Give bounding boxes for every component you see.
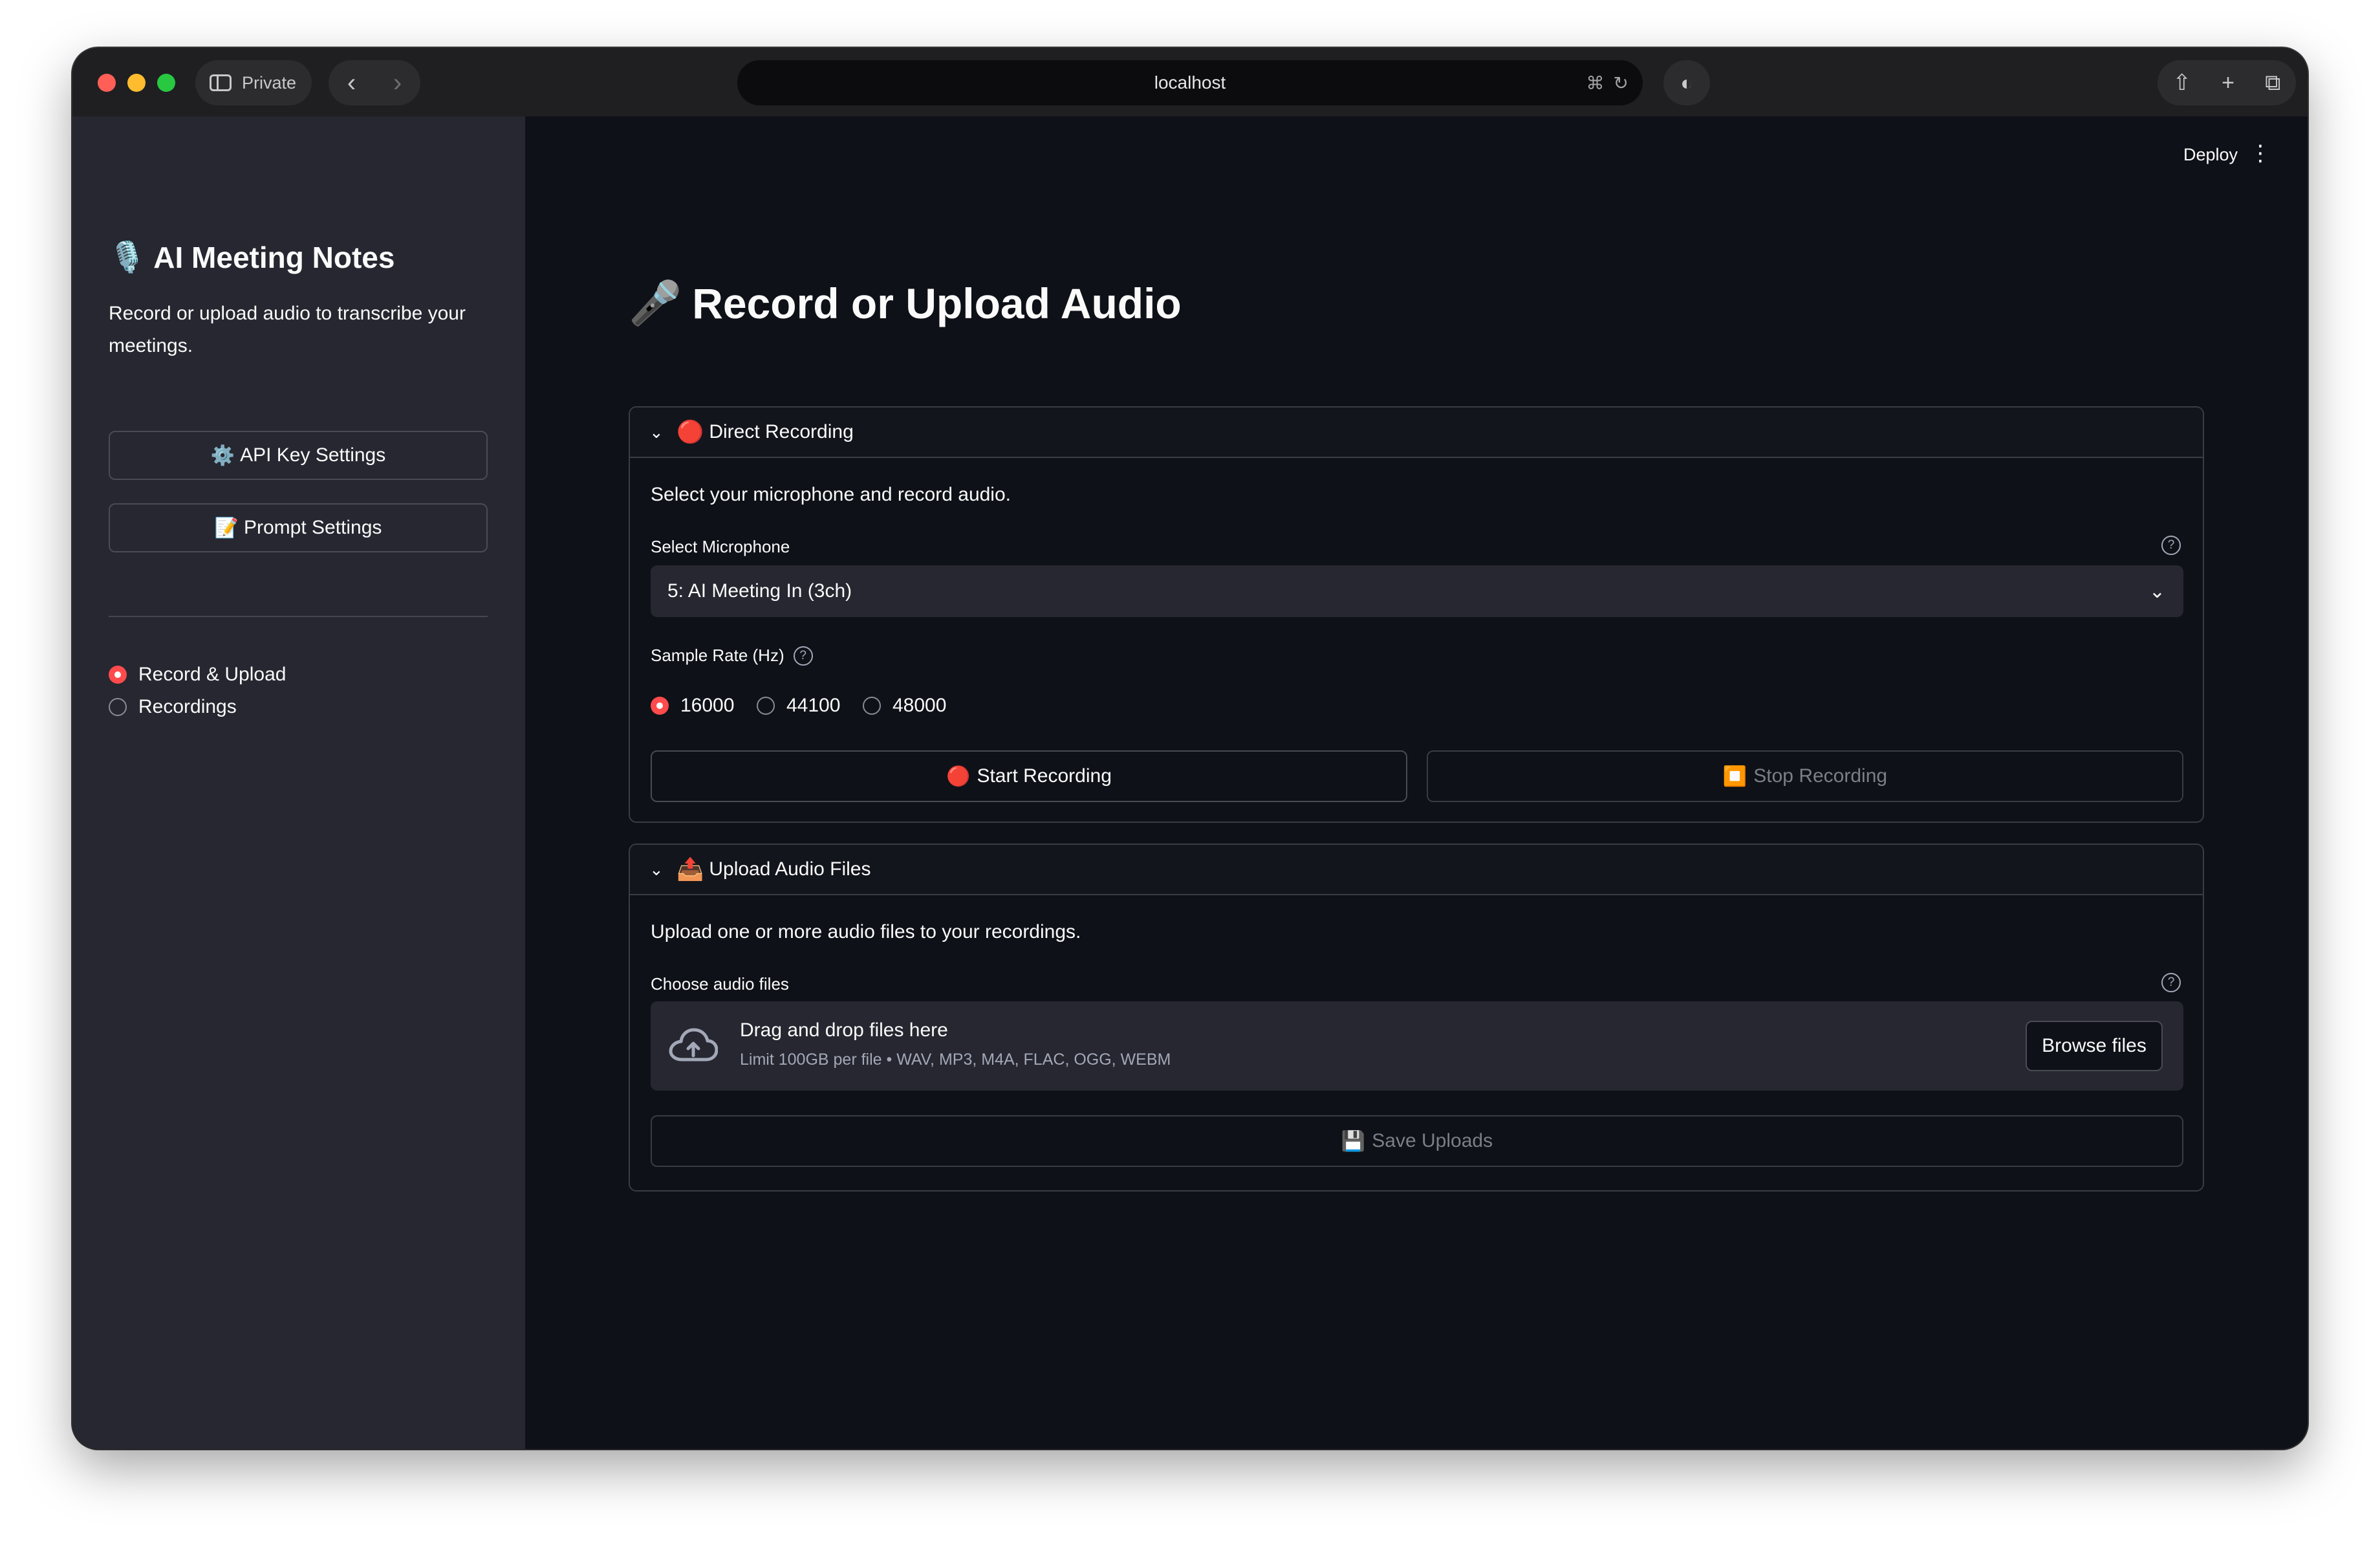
chevron-down-icon: ⌄ [2148,580,2165,602]
direct-recording-header[interactable]: ⌄ 🔴 Direct Recording [630,408,2203,458]
microphone-select-value: 5: AI Meeting In (3ch) [667,580,852,602]
share-icon[interactable]: ⇧ [2173,70,2192,96]
sidebar-icon [210,74,232,91]
address-bar[interactable]: localhost ⌘ ↻ [737,60,1643,105]
sample-rate-44100[interactable]: 44100 [757,695,840,717]
prompt-settings-label: Prompt Settings [243,517,382,538]
nav-option-label: Recordings [138,696,237,717]
page-title: 🎤 Record or Upload Audio [629,278,1182,329]
tab-overview-icon[interactable]: ⧉ [2265,71,2280,96]
kebab-menu-icon[interactable]: ⋮ [2249,142,2271,164]
recording-intro: Select your microphone and record audio. [651,484,1011,505]
sidebar-divider [109,616,488,617]
radio-unselected-icon [863,697,881,715]
upload-intro: Upload one or more audio files to your r… [651,921,1081,942]
sample-rate-48000[interactable]: 48000 [863,695,946,717]
shield-icon: ◐ [1680,71,1693,94]
outbox-tray-icon: 📤 [676,857,704,882]
zoom-window-button[interactable] [157,74,175,92]
start-recording-label: Start Recording [977,765,1112,787]
browser-toolbar: Private ‹ › localhost ⌘ ↻ ◐ ⇧ + ⧉ [72,48,2308,116]
reload-icon[interactable]: ↻ [1614,72,1628,94]
browse-files-button[interactable]: Browse files [2026,1021,2163,1071]
sidebar-toggle-button[interactable]: Private [195,60,312,105]
nav-option-label: Record & Upload [138,664,287,685]
navigation-buttons: ‹ › [329,60,420,105]
red-circle-icon: 🔴 [946,765,971,787]
help-icon[interactable]: ? [793,646,813,666]
upload-audio-expander: ⌄ 📤 Upload Audio Files Upload one or mor… [629,844,2204,1192]
sample-rate-16000[interactable]: 16000 [651,695,734,717]
sample-rate-option-label: 16000 [680,695,735,716]
api-key-settings-label: API Key Settings [240,444,386,466]
cloud-upload-icon [669,1028,718,1062]
browser-window: Private ‹ › localhost ⌘ ↻ ◐ ⇧ + ⧉ 🎙️ AI … [72,48,2308,1449]
new-tab-icon[interactable]: + [2222,71,2234,96]
app-sidebar: 🎙️ AI Meeting Notes Record or upload aud… [72,116,525,1449]
save-uploads-button[interactable]: 💾 Save Uploads [651,1115,2183,1167]
direct-recording-expander: ⌄ 🔴 Direct Recording Select your microph… [629,406,2204,823]
sample-rate-label: Sample Rate (Hz) [651,646,784,665]
chevron-down-icon: ⌄ [649,859,664,879]
help-icon[interactable]: ? [2161,973,2181,992]
stop-icon: ⏹️ [1722,765,1747,787]
url-text: localhost [1154,72,1226,93]
microphone-icon: 🎤 [629,279,682,327]
app-description: Record or upload audio to transcribe you… [109,303,466,356]
forward-button[interactable]: › [385,69,411,98]
sample-rate-label-row: Sample Rate (Hz) ? [651,646,813,666]
translate-icon[interactable]: ⌘ [1586,72,1605,94]
upload-audio-title: Upload Audio Files [709,858,871,880]
nav-option-recordings[interactable]: Recordings [109,696,237,718]
microphone-select[interactable]: 5: AI Meeting In (3ch) ⌄ [651,565,2183,617]
microphone-label: Select Microphone [651,537,790,556]
file-dropzone[interactable]: Drag and drop files here Limit 100GB per… [651,1001,2183,1091]
studio-microphone-icon: 🎙️ [109,240,146,274]
gear-icon: ⚙️ [210,444,235,466]
sample-rate-option-label: 48000 [892,695,947,716]
help-icon[interactable]: ? [2161,536,2181,555]
radio-unselected-icon [757,697,775,715]
red-circle-icon: 🔴 [676,420,704,444]
nav-option-record-upload[interactable]: Record & Upload [109,664,286,686]
floppy-disk-icon: 💾 [1341,1130,1366,1152]
app-title: 🎙️ AI Meeting Notes [109,239,395,275]
chevron-down-icon: ⌄ [649,422,664,442]
memo-icon: 📝 [214,517,239,539]
app-title-text: AI Meeting Notes [153,240,395,274]
drop-instructions: Drag and drop files here [740,1019,948,1041]
back-button[interactable]: ‹ [339,69,365,98]
start-recording-button[interactable]: 🔴 Start Recording [651,750,1407,802]
privacy-shield-button[interactable]: ◐ [1663,60,1710,105]
minimize-window-button[interactable] [127,74,146,92]
api-key-settings-button[interactable]: ⚙️ API Key Settings [109,431,488,480]
choose-files-label: Choose audio files [651,974,789,994]
private-label: Private [242,72,297,93]
stop-recording-button[interactable]: ⏹️ Stop Recording [1427,750,2183,802]
upload-audio-header[interactable]: ⌄ 📤 Upload Audio Files [630,845,2203,895]
sample-rate-option-label: 44100 [786,695,841,716]
main-content: Deploy ⋮ 🎤 Record or Upload Audio ⌄ 🔴 Di… [525,116,2308,1449]
radio-selected-icon [109,666,127,684]
close-window-button[interactable] [98,74,116,92]
radio-selected-icon [651,697,669,715]
stop-recording-label: Stop Recording [1753,765,1888,787]
prompt-settings-button[interactable]: 📝 Prompt Settings [109,503,488,552]
direct-recording-title: Direct Recording [709,421,854,442]
save-uploads-label: Save Uploads [1372,1130,1493,1151]
deploy-button[interactable]: Deploy [2183,145,2238,165]
radio-unselected-icon [109,698,127,716]
page-title-text: Record or Upload Audio [692,279,1182,327]
drop-limit-text: Limit 100GB per file • WAV, MP3, M4A, FL… [740,1051,1171,1069]
browser-actions: ⇧ + ⧉ [2158,60,2296,105]
